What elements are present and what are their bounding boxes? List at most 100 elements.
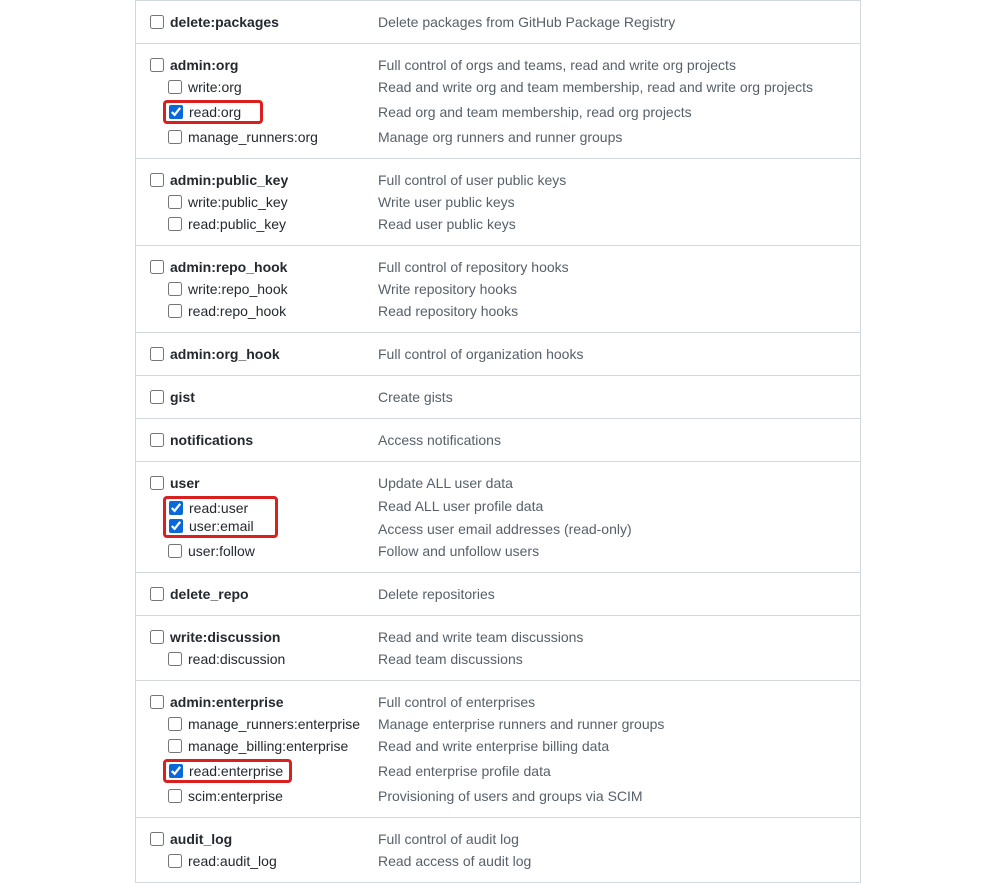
scope-checkbox[interactable] xyxy=(150,476,164,490)
scope-description: Read enterprise profile data xyxy=(378,763,551,779)
scope-checkbox[interactable] xyxy=(168,282,182,296)
scope-checkbox[interactable] xyxy=(150,58,164,72)
scope-label[interactable]: read:audit_log xyxy=(188,853,277,869)
scope-label[interactable]: read:repo_hook xyxy=(188,303,286,319)
scope-checkbox[interactable] xyxy=(168,652,182,666)
scope-label[interactable]: delete:packages xyxy=(170,14,279,30)
scope-label[interactable]: user:follow xyxy=(188,543,255,559)
scope-label[interactable]: user:email xyxy=(189,518,254,534)
scope-row-child: write:orgRead and write org and team mem… xyxy=(150,76,860,98)
scope-label[interactable]: notifications xyxy=(170,432,253,448)
scope-row-child: user:emailAccess user email addresses (r… xyxy=(150,517,860,540)
scope-row-child: scim:enterpriseProvisioning of users and… xyxy=(150,785,860,807)
scope-row-child: write:repo_hook Write repository hooks xyxy=(150,278,860,300)
scope-checkbox[interactable] xyxy=(168,80,182,94)
scope-label[interactable]: read:public_key xyxy=(188,216,286,232)
scope-group: delete:packages Delete packages from GitH… xyxy=(135,0,861,44)
scope-label[interactable]: user xyxy=(170,475,200,491)
scope-checkbox[interactable] xyxy=(168,739,182,753)
scope-description: Read ALL user profile data xyxy=(378,498,543,514)
scope-row-child: user:follow Follow and unfollow users xyxy=(150,540,860,562)
scope-row-parent: delete:packages Delete packages from GitH… xyxy=(150,11,860,33)
scope-label[interactable]: admin:repo_hook xyxy=(170,259,287,275)
highlight-box: user:email xyxy=(163,517,278,538)
scope-label[interactable]: read:org xyxy=(189,104,241,120)
scope-label[interactable]: gist xyxy=(170,389,195,405)
scope-checkbox[interactable] xyxy=(150,390,164,404)
scope-label[interactable]: admin:org_hook xyxy=(170,346,280,362)
scope-group: admin:repo_hook Full control of repositor… xyxy=(135,246,861,333)
scope-checkbox[interactable] xyxy=(168,854,182,868)
scope-checkbox[interactable] xyxy=(168,544,182,558)
scope-checkbox[interactable] xyxy=(150,347,164,361)
scope-checkbox[interactable] xyxy=(150,695,164,709)
scope-label[interactable]: manage_runners:enterprise xyxy=(188,716,360,732)
scope-row-child: read:orgRead org and team membership, re… xyxy=(150,98,860,126)
scope-description: Write repository hooks xyxy=(378,281,517,297)
scope-checkbox[interactable] xyxy=(168,717,182,731)
scope-checkbox[interactable] xyxy=(168,130,182,144)
scope-row-parent: user Update ALL user data xyxy=(150,472,860,494)
scope-row-parent: delete_repo Delete repositories xyxy=(150,583,860,605)
scope-description: Update ALL user data xyxy=(378,475,513,491)
scope-description: Delete packages from GitHub Package Regi… xyxy=(378,14,675,30)
scope-row-child: read:discussionRead team discussions xyxy=(150,648,860,670)
scope-checkbox[interactable] xyxy=(169,105,183,119)
scope-description: Follow and unfollow users xyxy=(378,543,539,559)
scope-label[interactable]: delete_repo xyxy=(170,586,249,602)
scope-row-parent: admin:repo_hook Full control of repositor… xyxy=(150,256,860,278)
scope-checkbox[interactable] xyxy=(168,195,182,209)
scope-checkbox[interactable] xyxy=(169,764,183,778)
scope-description: Full control of repository hooks xyxy=(378,259,569,275)
scope-checkbox[interactable] xyxy=(168,304,182,318)
scope-row-child: read:enterprise Read enterprise profile d… xyxy=(150,757,860,785)
scope-description: Read and write enterprise billing data xyxy=(378,738,609,754)
scopes-list: delete:packages Delete packages from GitH… xyxy=(0,0,996,883)
scope-label[interactable]: read:enterprise xyxy=(189,763,283,779)
scope-group: admin:org_hookFull control of organizati… xyxy=(135,333,861,376)
scope-row-parent: audit_logFull control of audit log xyxy=(150,828,860,850)
scope-checkbox[interactable] xyxy=(150,433,164,447)
scope-label[interactable]: write:discussion xyxy=(170,629,280,645)
scope-checkbox[interactable] xyxy=(169,519,183,533)
scope-description: Read repository hooks xyxy=(378,303,518,319)
scope-checkbox[interactable] xyxy=(150,587,164,601)
scope-description: Read user public keys xyxy=(378,216,516,232)
scope-checkbox[interactable] xyxy=(169,501,183,515)
scope-label[interactable]: write:repo_hook xyxy=(188,281,288,297)
scope-description: Full control of orgs and teams, read and… xyxy=(378,57,736,73)
scope-label[interactable]: admin:enterprise xyxy=(170,694,284,710)
scope-label[interactable]: admin:org xyxy=(170,57,238,73)
scope-checkbox[interactable] xyxy=(150,832,164,846)
scope-group: gist Create gists xyxy=(135,376,861,419)
scope-group: delete_repo Delete repositories xyxy=(135,573,861,616)
scope-label[interactable]: read:user xyxy=(189,500,248,516)
scope-group: user Update ALL user data read:user Read AL… xyxy=(135,462,861,573)
scope-checkbox[interactable] xyxy=(168,789,182,803)
scope-label[interactable]: audit_log xyxy=(170,831,232,847)
scope-row-child: read:user Read ALL user profile data xyxy=(150,494,860,517)
scope-row-parent: admin:org_hookFull control of organizati… xyxy=(150,343,860,365)
scope-label[interactable]: manage_runners:org xyxy=(188,129,318,145)
scope-label[interactable]: admin:public_key xyxy=(170,172,288,188)
scope-label[interactable]: write:org xyxy=(188,79,242,95)
highlight-box: read:user xyxy=(163,496,278,517)
scope-checkbox[interactable] xyxy=(150,173,164,187)
scope-group: audit_logFull control of audit logread:a… xyxy=(135,818,861,883)
scope-row-parent: admin:public_keyFull control of user pub… xyxy=(150,169,860,191)
scope-checkbox[interactable] xyxy=(150,15,164,29)
scope-description: Delete repositories xyxy=(378,586,495,602)
scope-description: Create gists xyxy=(378,389,453,405)
scope-label[interactable]: scim:enterprise xyxy=(188,788,283,804)
scope-group: admin:enterprise Full control of enterpri… xyxy=(135,681,861,818)
scope-row-child: manage_runners:enterpriseManage enterpri… xyxy=(150,713,860,735)
scope-label[interactable]: write:public_key xyxy=(188,194,288,210)
scope-group: admin:public_keyFull control of user pub… xyxy=(135,159,861,246)
scope-checkbox[interactable] xyxy=(168,217,182,231)
scope-label[interactable]: manage_billing:enterprise xyxy=(188,738,348,754)
scope-checkbox[interactable] xyxy=(150,260,164,274)
scope-checkbox[interactable] xyxy=(150,630,164,644)
scope-label[interactable]: read:discussion xyxy=(188,651,285,667)
scope-row-child: read:audit_logRead access of audit log xyxy=(150,850,860,872)
scope-description: Full control of enterprises xyxy=(378,694,535,710)
